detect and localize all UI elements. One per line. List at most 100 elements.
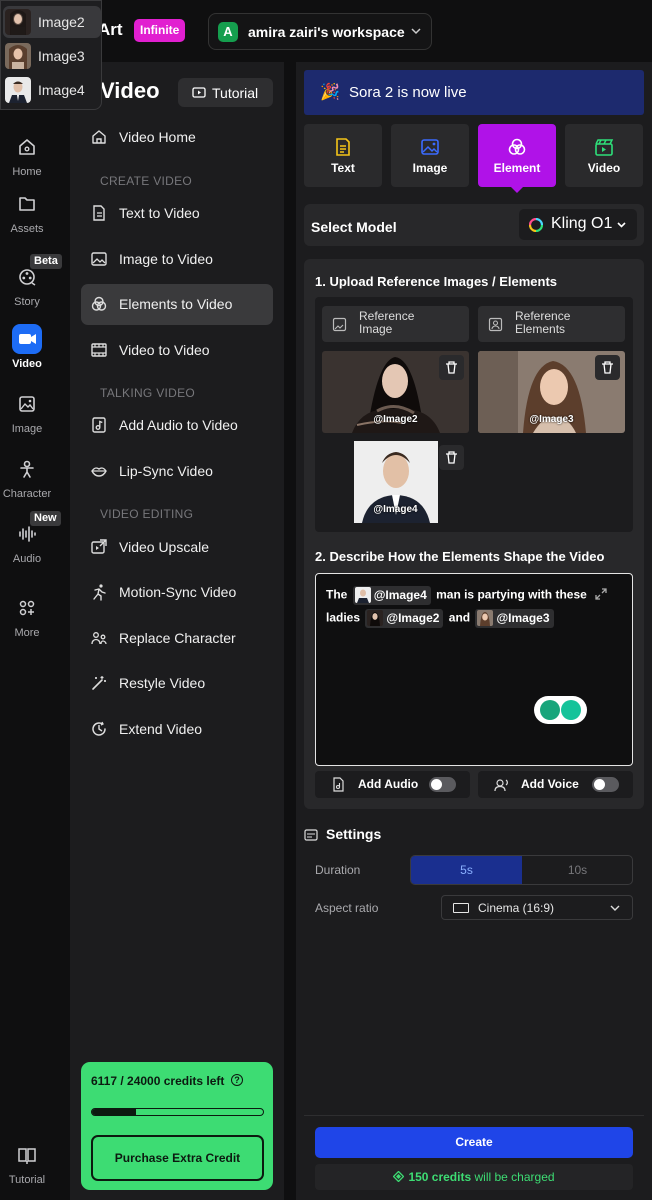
credits-card: 6117 / 24000 credits left ? Purchase Ext… [81,1062,273,1190]
add-voice-label: Add Voice [521,777,579,791]
nav-item-text-to-video[interactable]: Text to Video [81,193,273,234]
delete-button[interactable] [595,355,620,380]
tutorial-button[interactable]: Tutorial [178,78,273,107]
rail-item-more[interactable]: More [0,593,54,639]
nav-item-restyle[interactable]: Restyle Video [81,663,273,704]
purchase-extra-credit-button[interactable]: Purchase Extra Credit [91,1135,264,1181]
add-voice-toggle-row[interactable]: Add Voice [478,771,633,798]
create-button[interactable]: Create [315,1127,633,1158]
nav-item-elements-to-video[interactable]: Elements to Video [81,284,273,325]
image3-thumbnail [5,43,31,69]
announcement-banner[interactable]: 🎉 Sora 2 is now live [304,70,644,115]
select-model-label: Select Model [311,219,397,235]
reference-elements-button[interactable]: Reference Elements [478,306,625,342]
tab-image[interactable]: Image [391,124,469,187]
duration-option-10s[interactable]: 10s [522,856,632,884]
credit-diamond-icon [393,1170,405,1183]
icon-rail: Home Assets Beta Story Video Image Chara… [0,62,70,1200]
music-file-icon [92,417,106,433]
nav-item-label: Replace Character [119,630,236,646]
main-panel: 🎉 Sora 2 is now live Text Image Element … [296,62,652,1200]
settings-title: Settings [326,826,382,842]
tab-video[interactable]: Video [565,124,643,187]
rail-item-tutorial[interactable]: Tutorial [0,1144,54,1186]
reference-image-label: Reference Image [359,309,415,336]
nav-item-label: Extend Video [119,721,203,737]
add-image-icon [332,317,347,332]
image4-chip-thumb [354,587,371,603]
mention-chip-image2[interactable]: @Image2 [365,609,444,628]
plan-badge: Infinite [134,19,186,42]
nav-item-video-upscale[interactable]: Video Upscale [81,527,273,568]
nav-item-lip-sync[interactable]: Lip-Sync Video [81,451,273,492]
rail-item-audio[interactable]: New Audio [0,511,61,565]
add-audio-switch[interactable] [429,777,456,792]
tab-text[interactable]: Text [304,124,382,187]
add-audio-label: Add Audio [358,777,419,791]
reference-image-2[interactable]: @Image2 [322,351,469,433]
rail-item-home[interactable]: Home [0,132,54,178]
reference-image-4[interactable]: @Image4 [322,441,469,523]
credits-remaining: 6117 / 24000 credits left [91,1074,225,1088]
mention-item-image2[interactable]: Image2 [3,6,101,38]
nav-item-extend[interactable]: Extend Video [81,709,273,750]
prompt-editor[interactable]: The @Image4 man is partying with these l… [315,573,633,766]
delete-button[interactable] [439,445,464,470]
nav-item-label: Video Home [119,129,196,145]
chevron-down-icon [610,905,620,911]
model-card: Select Model Kling O1 [304,204,644,246]
image3-chip-thumb [477,610,494,626]
rail-label: Assets [10,223,44,235]
nav-item-video-home[interactable]: Video Home [81,117,273,158]
delete-button[interactable] [439,355,464,380]
add-audio-toggle-row[interactable]: Add Audio [315,771,470,798]
swap-people-icon [91,632,107,645]
mention-item-image3[interactable]: Image3 [3,40,101,72]
rail-item-video[interactable]: Video [0,324,54,370]
model-dropdown[interactable]: Kling O1 [519,209,637,240]
help-icon[interactable]: ? [231,1074,243,1086]
rail-item-assets[interactable]: Assets [0,189,54,235]
rail-label: Story [14,296,40,308]
rail-item-story[interactable]: Beta Story [0,254,62,308]
mention-item-image4[interactable]: Image4 [3,74,101,106]
nav-item-label: Elements to Video [119,296,233,312]
mention-label: Image4 [38,82,85,98]
tab-label: Image [412,161,448,175]
rail-item-image[interactable]: Image [0,389,54,435]
tab-label: Text [331,161,355,175]
workspace-selector[interactable]: A amira zairi's workspace [208,13,432,50]
rail-tutorial-label: Tutorial [8,1174,46,1186]
grammar-assistant-widget[interactable] [534,696,587,724]
home-icon [92,130,106,144]
nav-item-image-to-video[interactable]: Image to Video [81,239,273,280]
nav-item-label: Add Audio to Video [119,417,238,433]
film-strip-icon [91,343,107,357]
nav-item-motion-sync[interactable]: Motion-Sync Video [81,572,273,613]
image-icon [421,139,439,155]
new-badge: New [30,511,61,526]
add-voice-switch[interactable] [592,777,619,792]
nav-item-add-audio[interactable]: Add Audio to Video [81,405,273,446]
upscale-icon [91,539,107,554]
document-icon [93,205,105,221]
mention-chip-image4[interactable]: @Image4 [352,586,431,605]
rail-item-character[interactable]: Character [0,454,54,500]
aspect-ratio-dropdown[interactable]: Cinema (16:9) [441,895,633,920]
video-camera-icon [12,324,42,354]
nav-title: Video [100,78,160,103]
expand-icon[interactable] [594,587,608,601]
nav-item-replace-character[interactable]: Replace Character [81,618,273,659]
lips-icon [91,467,107,477]
duration-option-5s[interactable]: 5s [411,856,522,884]
image2-thumbnail [5,9,31,35]
tab-element[interactable]: Element [478,124,556,193]
image-tag: @Image3 [529,414,574,425]
mention-chip-image3[interactable]: @Image3 [475,609,554,628]
video-nav-panel: Video Tutorial Video Home CREATE VIDEO T… [70,62,284,1200]
banner-text: Sora 2 is now live [349,84,467,101]
party-popper-icon: 🎉 [320,84,340,101]
reference-image-button[interactable]: Reference Image [322,306,469,342]
nav-item-video-to-video[interactable]: Video to Video [81,330,273,371]
reference-image-3[interactable]: @Image3 [478,351,625,433]
